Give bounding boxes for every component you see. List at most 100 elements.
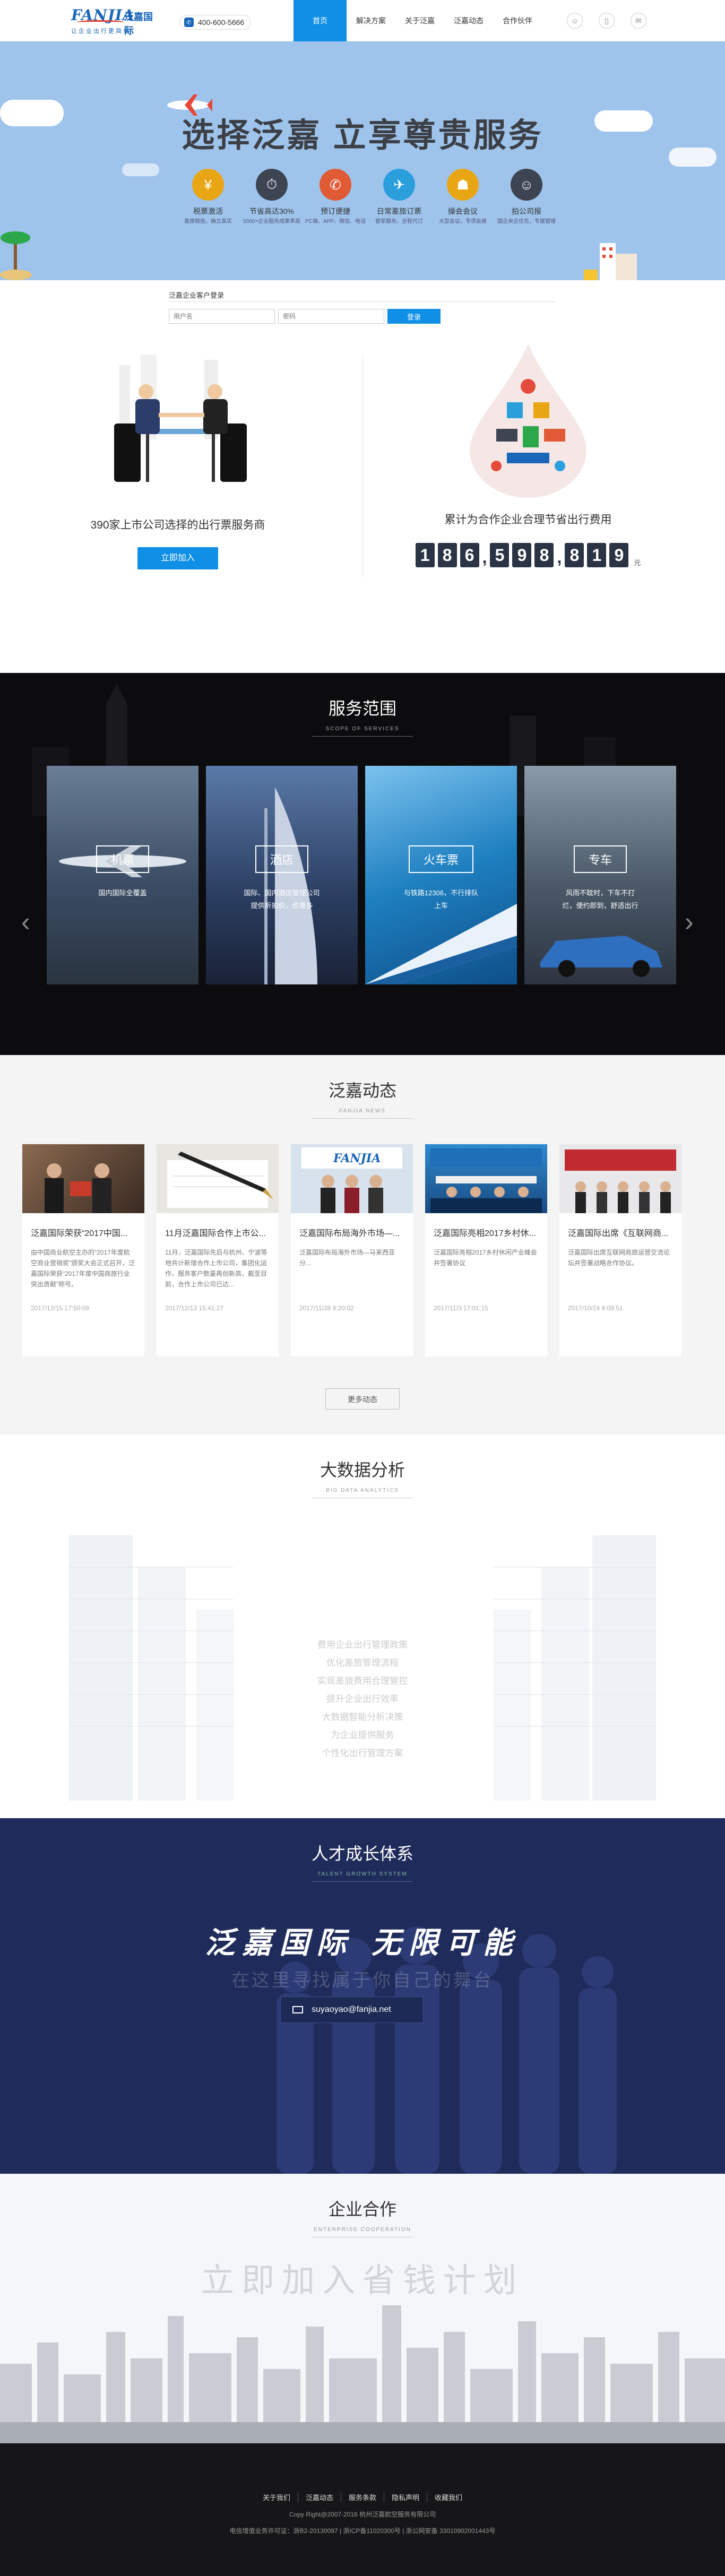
- footer-link-about[interactable]: 关于我们: [255, 2492, 298, 2502]
- talent-slogan: 泛嘉国际 无限可能: [205, 1925, 520, 1960]
- cloud-decoration: [122, 163, 159, 176]
- clients-left: 390家上市公司选择的出行票服务商 立即加入: [53, 333, 303, 569]
- car-icon: [540, 936, 662, 977]
- wechat-icon[interactable]: ✉: [631, 13, 646, 29]
- counter-comma: ,: [482, 548, 487, 567]
- recruit-email[interactable]: suyaoyao@fanjia.net: [280, 1996, 424, 2023]
- recruit-email-address: suyaoyao@fanjia.net: [312, 2005, 391, 2014]
- counter-digit: 8: [437, 543, 457, 567]
- logo[interactable]: FANJIA 泛嘉国际 让企业出行更简单: [71, 6, 161, 36]
- logo-slogan: 让企业出行更简单: [71, 28, 131, 34]
- join-now-button[interactable]: 立即加入: [137, 547, 218, 569]
- counter-unit: 元: [634, 559, 641, 567]
- user-icon[interactable]: ☺: [567, 13, 583, 29]
- counter-digit: 1: [587, 543, 607, 567]
- login-button[interactable]: 登录: [387, 309, 441, 324]
- service-card-train[interactable]: 火车票 与铁路12306，不行排队上车: [365, 766, 517, 984]
- hotline[interactable]: ✆ 400-600-5666: [179, 15, 252, 30]
- news-subtitle: FANJIA NEWS: [339, 1108, 386, 1114]
- savings-caption: 累计为合作企业合理节省出行费用: [444, 514, 612, 526]
- bigdata-item: 提升企业出行效率: [326, 1694, 399, 1704]
- counter-digit: 6: [460, 543, 479, 567]
- counter-comma: ,: [557, 548, 562, 567]
- news-image: FANJIA: [291, 1144, 413, 1213]
- news-image: [157, 1144, 279, 1213]
- feature-desc: 5000+企业服务成果率高: [243, 219, 301, 224]
- password-input[interactable]: [278, 309, 384, 324]
- more-news-button[interactable]: 更多动态: [325, 1388, 400, 1410]
- news-date: 2017/10/24 9:09:51: [568, 1304, 623, 1312]
- service-card-hotel[interactable]: 酒店 国际、国内酒店管理公司提供折扣价，优惠多: [206, 766, 358, 984]
- city-skyline: [0, 2305, 725, 2443]
- cooperation-section: 企业合作 ENTERPRISE COOPERATION 立即加入省钱计划: [0, 2174, 725, 2443]
- hotel-building-icon: [264, 787, 317, 984]
- news-card[interactable]: FANJIA 泛嘉国际布局海外市场—... 泛嘉国际布局海外市场—马来西亚分..…: [291, 1144, 413, 1356]
- mail-icon: [292, 2006, 303, 2013]
- news-summary: 泛嘉国际出席互联网商旅运营交流论坛并签署战略合作协议。: [568, 1249, 670, 1267]
- news-card[interactable]: 泛嘉国际亮相2017乡村休... 泛嘉国际亮相2017乡村休闲产业峰会并签署协议…: [425, 1144, 547, 1356]
- feature-title: 拍公司报: [512, 207, 541, 215]
- news-card[interactable]: 11月泛嘉国际合作上市公... 11月，泛嘉国际先后与杭州、宁波等地共计新增合作…: [157, 1144, 279, 1356]
- services-title: 服务范围: [328, 699, 396, 718]
- news-card[interactable]: 泛嘉国际出席《互联网商... 泛嘉国际出席互联网商旅运营交流论坛并签署战略合作协…: [559, 1144, 681, 1356]
- counter-digit: 5: [490, 543, 510, 567]
- site-header: FANJIA 泛嘉国际 让企业出行更简单 ✆ 400-600-5666 首页 解…: [0, 0, 725, 41]
- feature-title: 操会会议: [448, 207, 478, 215]
- hotline-number: 400-600-5666: [198, 18, 245, 27]
- carousel-prev-icon[interactable]: ‹: [21, 906, 30, 937]
- meeting-icon: ☗: [447, 169, 479, 201]
- phone-icon: ✆: [184, 18, 194, 27]
- divider: [312, 736, 413, 737]
- footer-link-news[interactable]: 泛嘉动态: [298, 2492, 341, 2502]
- clients-caption: 390家上市公司选择的出行票服务商: [90, 519, 265, 531]
- nav-solutions[interactable]: 解决方案: [347, 0, 395, 41]
- bigdata-item: 为企业提供服务: [331, 1730, 394, 1740]
- footer-links: 关于我们 泛嘉动态 服务条款 隐私声明 收藏我们: [0, 2443, 725, 2502]
- city-building-icon: [584, 243, 637, 280]
- svg-text:FANJIA: FANJIA: [333, 1152, 381, 1165]
- feature-desc: 管家服务，全程代订: [375, 219, 423, 224]
- vertical-divider: [362, 355, 363, 577]
- footer-link-privacy[interactable]: 隐私声明: [384, 2492, 428, 2502]
- feature-title: 税票激活: [193, 207, 223, 215]
- feature-title: 预订便捷: [321, 207, 350, 215]
- footer-link-terms[interactable]: 服务条款: [341, 2492, 384, 2502]
- service-card-flight[interactable]: 机票 国内国际全覆盖: [47, 766, 198, 984]
- bigdata-item: 实现差旅费用合理管控: [317, 1676, 408, 1686]
- login-title: 泛嘉企业客户登录: [169, 291, 225, 299]
- counter-digit: 8: [565, 543, 584, 567]
- service-desc: 国内国际全覆盖: [98, 889, 147, 897]
- feature-item: ¥ 税票激活 差旅税抵，确立真实: [176, 169, 240, 226]
- news-card[interactable]: 泛嘉国际荣获“2017中国... 由中国商业航空主办的“2017年度航空商业营销…: [22, 1144, 144, 1356]
- talent-subtitle: TALENT GROWTH SYSTEM: [317, 1871, 408, 1877]
- service-cards: 机票 国内国际全覆盖 酒店 国际、国内酒店管理公司提供折扣价，优惠多 火车票 与…: [47, 766, 676, 984]
- username-input[interactable]: [169, 309, 275, 324]
- mobile-icon[interactable]: ▯: [599, 13, 615, 29]
- nav-home[interactable]: 首页: [294, 0, 347, 41]
- counter-digit: 8: [534, 543, 554, 567]
- coop-title: 企业合作: [328, 2200, 396, 2219]
- logo-swoosh: [76, 20, 124, 24]
- nav-partners[interactable]: 合作伙伴: [493, 0, 542, 41]
- coop-subtitle: ENTERPRISE COOPERATION: [314, 2227, 411, 2233]
- bigdata-item: 优化差旅管理流程: [326, 1658, 399, 1668]
- news-title: 泛嘉动态: [328, 1081, 396, 1100]
- savings-counter: 1 8 6 , 5 9 8 , 8 1 9 元: [403, 543, 653, 567]
- feature-item: ✈ 日常差旅订票 管家服务，全程代订: [367, 169, 431, 226]
- phone-icon: ✆: [320, 169, 351, 201]
- talent-tagline: 在这里寻找属于你自己的舞台: [231, 1970, 494, 1991]
- feature-item: ☺ 拍公司报 国企央企优先，专属管理: [495, 169, 558, 226]
- news-image: [425, 1144, 547, 1213]
- service-card-car[interactable]: 专车 风雨不耽时，下车不打烂，便约即到，舒适出行: [524, 766, 676, 984]
- news-date: 2017/12/15 17:50:09: [31, 1304, 90, 1312]
- feature-desc: PC端、APP、微信、电话: [305, 219, 366, 224]
- news-image: [559, 1144, 681, 1213]
- palm-island-icon: [0, 231, 32, 280]
- nav-news[interactable]: 泛嘉动态: [444, 0, 493, 41]
- carousel-next-icon[interactable]: ›: [685, 906, 694, 937]
- counter-digit: 9: [609, 543, 629, 567]
- footer-link-bookmark[interactable]: 收藏我们: [427, 2492, 470, 2502]
- bigdata-item: 个性化出行管理方案: [322, 1748, 403, 1758]
- nav-about[interactable]: 关于泛嘉: [395, 0, 444, 41]
- news-section: 泛嘉动态 FANJIA NEWS 泛嘉国际荣获“2017中国... 由中国商业航…: [0, 1055, 725, 1434]
